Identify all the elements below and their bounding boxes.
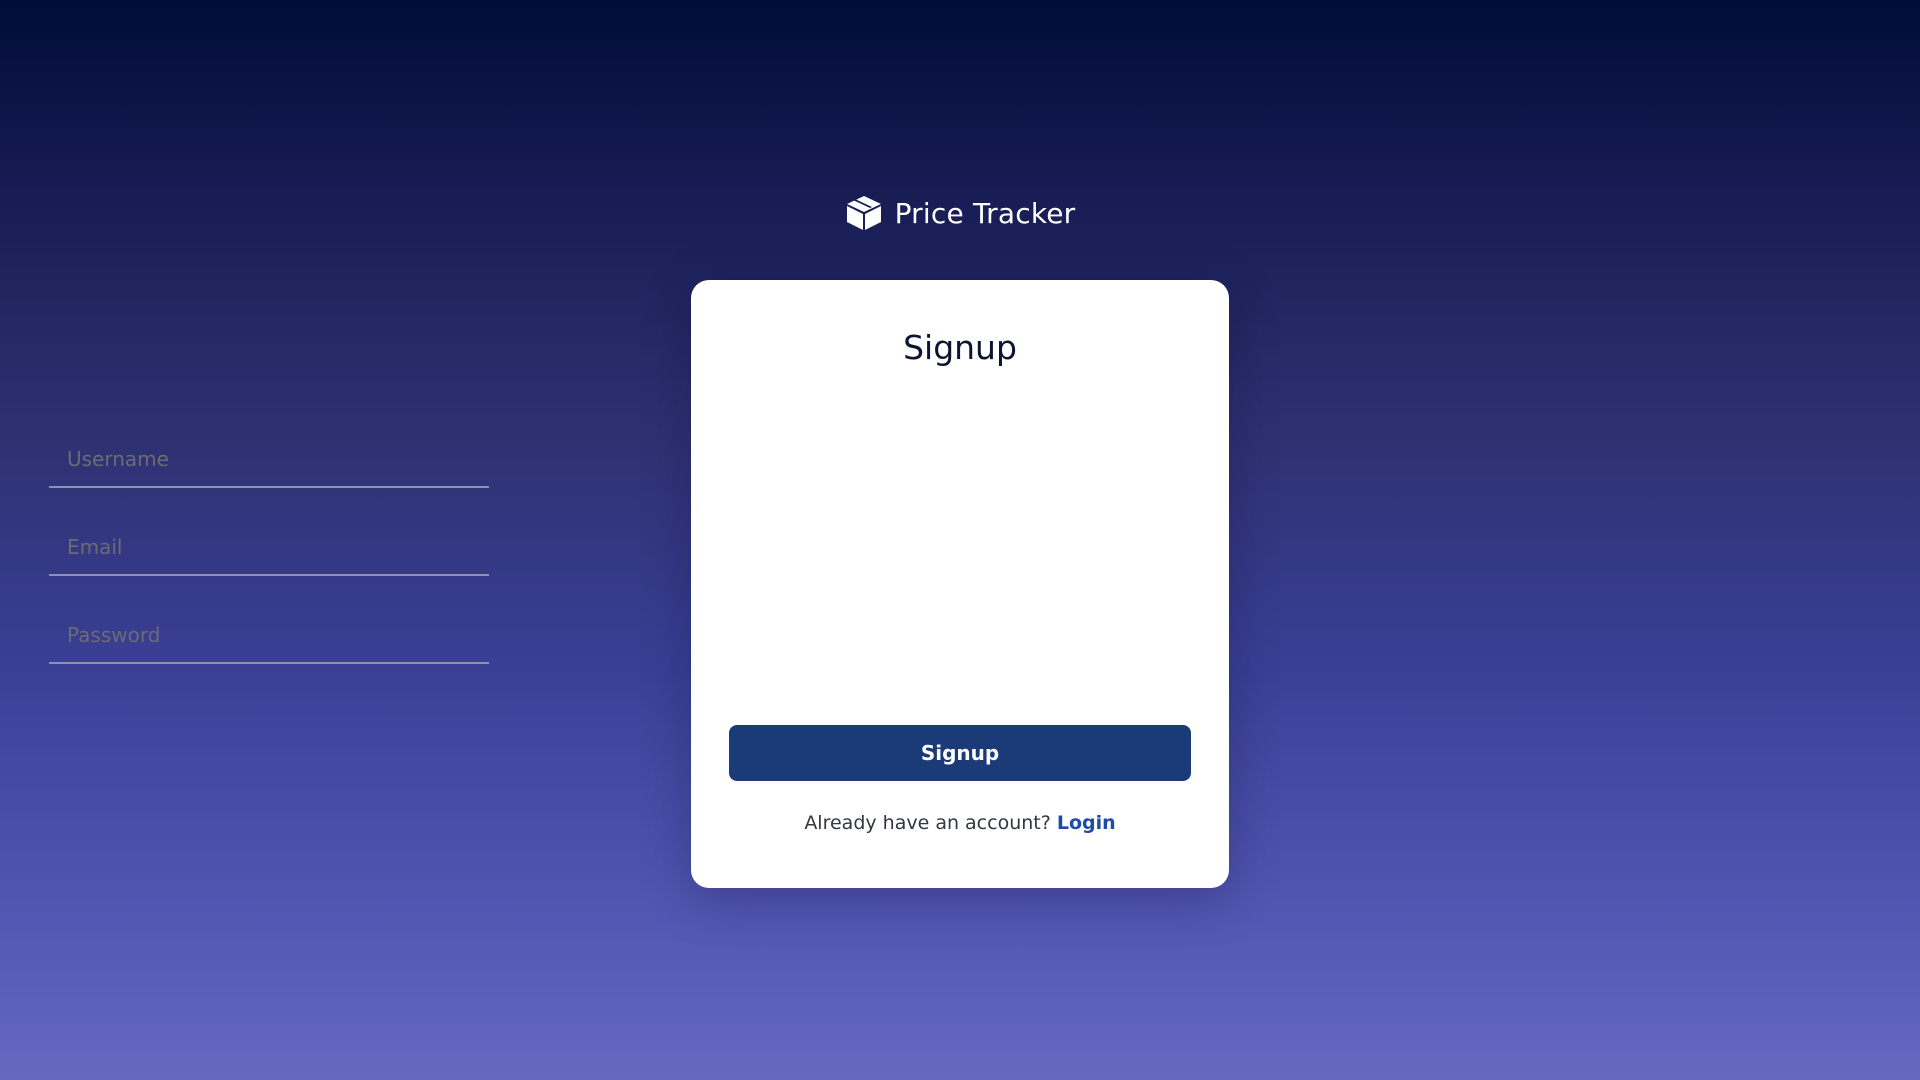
login-link[interactable]: Login bbox=[1057, 812, 1116, 834]
username-input[interactable] bbox=[49, 432, 489, 486]
login-prompt: Already have an account? Login bbox=[691, 812, 1229, 834]
password-field[interactable] bbox=[49, 608, 489, 664]
signup-button[interactable]: Signup bbox=[729, 725, 1191, 781]
brand-header: Price Tracker bbox=[0, 194, 1920, 232]
login-prompt-text: Already have an account? bbox=[804, 812, 1057, 834]
box-icon bbox=[845, 194, 883, 232]
signup-card: Signup bbox=[691, 280, 1229, 888]
password-input[interactable] bbox=[49, 608, 489, 662]
form-title: Signup bbox=[903, 328, 1017, 367]
username-field[interactable] bbox=[49, 432, 489, 488]
email-input[interactable] bbox=[49, 520, 489, 574]
brand-name: Price Tracker bbox=[894, 196, 1076, 230]
email-field[interactable] bbox=[49, 520, 489, 576]
